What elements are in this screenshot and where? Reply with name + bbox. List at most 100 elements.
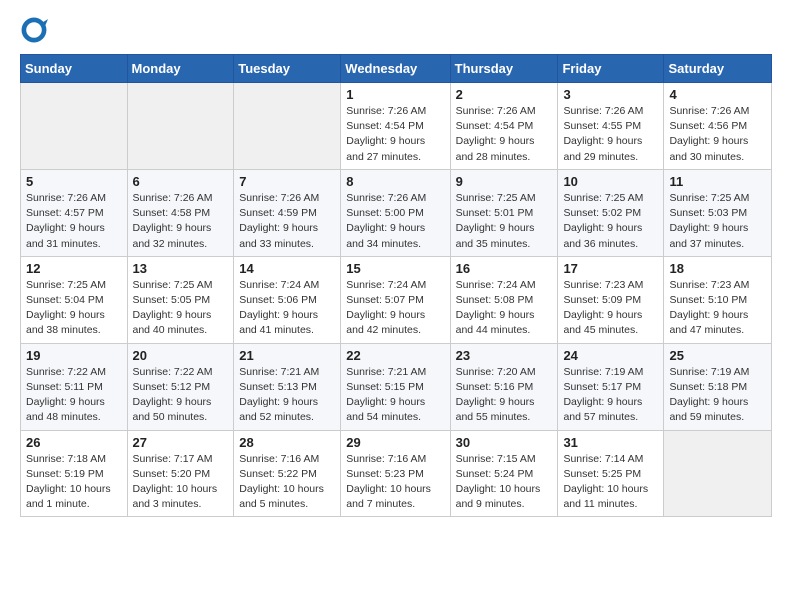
calendar-cell: 2 Sunrise: 7:26 AM Sunset: 4:54 PM Daylig… bbox=[450, 83, 558, 170]
day-number: 2 bbox=[456, 87, 553, 102]
day-number: 11 bbox=[669, 174, 766, 189]
day-info: Sunrise: 7:16 AM Sunset: 5:22 PM Dayligh… bbox=[239, 452, 335, 513]
day-number: 18 bbox=[669, 261, 766, 276]
calendar-cell: 24 Sunrise: 7:19 AM Sunset: 5:17 PM Dayli… bbox=[558, 343, 664, 430]
calendar-cell: 11 Sunrise: 7:25 AM Sunset: 5:03 PM Dayli… bbox=[664, 169, 772, 256]
day-number: 12 bbox=[26, 261, 122, 276]
day-info: Sunrise: 7:26 AM Sunset: 4:59 PM Dayligh… bbox=[239, 191, 335, 252]
day-info: Sunrise: 7:26 AM Sunset: 4:54 PM Dayligh… bbox=[346, 104, 444, 165]
day-number: 9 bbox=[456, 174, 553, 189]
day-number: 14 bbox=[239, 261, 335, 276]
day-number: 17 bbox=[563, 261, 658, 276]
header bbox=[20, 16, 772, 44]
day-info: Sunrise: 7:19 AM Sunset: 5:18 PM Dayligh… bbox=[669, 365, 766, 426]
day-info: Sunrise: 7:21 AM Sunset: 5:13 PM Dayligh… bbox=[239, 365, 335, 426]
day-number: 31 bbox=[563, 435, 658, 450]
calendar-cell: 20 Sunrise: 7:22 AM Sunset: 5:12 PM Dayli… bbox=[127, 343, 234, 430]
day-number: 13 bbox=[133, 261, 229, 276]
day-number: 22 bbox=[346, 348, 444, 363]
day-number: 25 bbox=[669, 348, 766, 363]
calendar-cell: 9 Sunrise: 7:25 AM Sunset: 5:01 PM Daylig… bbox=[450, 169, 558, 256]
day-number: 19 bbox=[26, 348, 122, 363]
day-info: Sunrise: 7:23 AM Sunset: 5:09 PM Dayligh… bbox=[563, 278, 658, 339]
day-info: Sunrise: 7:26 AM Sunset: 4:54 PM Dayligh… bbox=[456, 104, 553, 165]
calendar-cell: 1 Sunrise: 7:26 AM Sunset: 4:54 PM Daylig… bbox=[341, 83, 450, 170]
calendar-cell: 17 Sunrise: 7:23 AM Sunset: 5:09 PM Dayli… bbox=[558, 256, 664, 343]
calendar-cell bbox=[21, 83, 128, 170]
day-info: Sunrise: 7:25 AM Sunset: 5:03 PM Dayligh… bbox=[669, 191, 766, 252]
calendar-cell: 28 Sunrise: 7:16 AM Sunset: 5:22 PM Dayli… bbox=[234, 430, 341, 517]
day-info: Sunrise: 7:25 AM Sunset: 5:02 PM Dayligh… bbox=[563, 191, 658, 252]
day-info: Sunrise: 7:16 AM Sunset: 5:23 PM Dayligh… bbox=[346, 452, 444, 513]
day-number: 5 bbox=[26, 174, 122, 189]
day-number: 6 bbox=[133, 174, 229, 189]
day-info: Sunrise: 7:24 AM Sunset: 5:06 PM Dayligh… bbox=[239, 278, 335, 339]
day-info: Sunrise: 7:19 AM Sunset: 5:17 PM Dayligh… bbox=[563, 365, 658, 426]
day-number: 8 bbox=[346, 174, 444, 189]
calendar-cell: 30Sunrise: 7:15 AM Sunset: 5:24 PM Dayli… bbox=[450, 430, 558, 517]
calendar-cell: 8 Sunrise: 7:26 AM Sunset: 5:00 PM Daylig… bbox=[341, 169, 450, 256]
day-info: Sunrise: 7:25 AM Sunset: 5:01 PM Dayligh… bbox=[456, 191, 553, 252]
calendar-cell: 25 Sunrise: 7:19 AM Sunset: 5:18 PM Dayli… bbox=[664, 343, 772, 430]
calendar-cell: 12 Sunrise: 7:25 AM Sunset: 5:04 PM Dayli… bbox=[21, 256, 128, 343]
calendar-cell: 29 Sunrise: 7:16 AM Sunset: 5:23 PM Dayli… bbox=[341, 430, 450, 517]
calendar-cell: 4 Sunrise: 7:26 AM Sunset: 4:56 PM Daylig… bbox=[664, 83, 772, 170]
calendar-cell: 31 Sunrise: 7:14 AM Sunset: 5:25 PM Dayli… bbox=[558, 430, 664, 517]
calendar-cell bbox=[234, 83, 341, 170]
day-number: 23 bbox=[456, 348, 553, 363]
day-number: 29 bbox=[346, 435, 444, 450]
day-info: Sunrise: 7:26 AM Sunset: 4:57 PM Dayligh… bbox=[26, 191, 122, 252]
day-number: 27 bbox=[133, 435, 229, 450]
calendar-cell: 16Sunrise: 7:24 AM Sunset: 5:08 PM Dayli… bbox=[450, 256, 558, 343]
day-info: Sunrise: 7:25 AM Sunset: 5:04 PM Dayligh… bbox=[26, 278, 122, 339]
weekday-sunday: Sunday bbox=[21, 55, 128, 83]
day-info: Sunrise: 7:24 AM Sunset: 5:07 PM Dayligh… bbox=[346, 278, 444, 339]
day-info: Sunrise: 7:26 AM Sunset: 4:58 PM Dayligh… bbox=[133, 191, 229, 252]
calendar-cell: 13 Sunrise: 7:25 AM Sunset: 5:05 PM Dayli… bbox=[127, 256, 234, 343]
weekday-thursday: Thursday bbox=[450, 55, 558, 83]
weekday-header-row: SundayMondayTuesdayWednesdayThursdayFrid… bbox=[21, 55, 772, 83]
weekday-monday: Monday bbox=[127, 55, 234, 83]
day-number: 24 bbox=[563, 348, 658, 363]
calendar-cell: 15 Sunrise: 7:24 AM Sunset: 5:07 PM Dayli… bbox=[341, 256, 450, 343]
calendar-cell: 7Sunrise: 7:26 AM Sunset: 4:59 PM Daylig… bbox=[234, 169, 341, 256]
weekday-saturday: Saturday bbox=[664, 55, 772, 83]
calendar-cell: 5 Sunrise: 7:26 AM Sunset: 4:57 PM Daylig… bbox=[21, 169, 128, 256]
calendar-cell: 23Sunrise: 7:20 AM Sunset: 5:16 PM Dayli… bbox=[450, 343, 558, 430]
calendar-cell bbox=[127, 83, 234, 170]
day-info: Sunrise: 7:26 AM Sunset: 5:00 PM Dayligh… bbox=[346, 191, 444, 252]
day-number: 1 bbox=[346, 87, 444, 102]
day-info: Sunrise: 7:17 AM Sunset: 5:20 PM Dayligh… bbox=[133, 452, 229, 513]
calendar-cell: 10 Sunrise: 7:25 AM Sunset: 5:02 PM Dayli… bbox=[558, 169, 664, 256]
day-number: 4 bbox=[669, 87, 766, 102]
page: SundayMondayTuesdayWednesdayThursdayFrid… bbox=[0, 0, 792, 537]
calendar-table: SundayMondayTuesdayWednesdayThursdayFrid… bbox=[20, 54, 772, 517]
day-info: Sunrise: 7:18 AM Sunset: 5:19 PM Dayligh… bbox=[26, 452, 122, 513]
calendar-week-1: 1 Sunrise: 7:26 AM Sunset: 4:54 PM Daylig… bbox=[21, 83, 772, 170]
day-info: Sunrise: 7:14 AM Sunset: 5:25 PM Dayligh… bbox=[563, 452, 658, 513]
day-info: Sunrise: 7:15 AM Sunset: 5:24 PM Dayligh… bbox=[456, 452, 553, 513]
calendar-cell: 6 Sunrise: 7:26 AM Sunset: 4:58 PM Daylig… bbox=[127, 169, 234, 256]
calendar-cell: 19 Sunrise: 7:22 AM Sunset: 5:11 PM Dayli… bbox=[21, 343, 128, 430]
day-info: Sunrise: 7:25 AM Sunset: 5:05 PM Dayligh… bbox=[133, 278, 229, 339]
day-info: Sunrise: 7:23 AM Sunset: 5:10 PM Dayligh… bbox=[669, 278, 766, 339]
calendar-week-2: 5 Sunrise: 7:26 AM Sunset: 4:57 PM Daylig… bbox=[21, 169, 772, 256]
calendar-cell: 26Sunrise: 7:18 AM Sunset: 5:19 PM Dayli… bbox=[21, 430, 128, 517]
day-number: 28 bbox=[239, 435, 335, 450]
calendar-cell bbox=[664, 430, 772, 517]
logo bbox=[20, 16, 52, 44]
calendar-week-3: 12 Sunrise: 7:25 AM Sunset: 5:04 PM Dayli… bbox=[21, 256, 772, 343]
day-number: 10 bbox=[563, 174, 658, 189]
calendar-cell: 27 Sunrise: 7:17 AM Sunset: 5:20 PM Dayli… bbox=[127, 430, 234, 517]
weekday-wednesday: Wednesday bbox=[341, 55, 450, 83]
calendar-cell: 18 Sunrise: 7:23 AM Sunset: 5:10 PM Dayli… bbox=[664, 256, 772, 343]
day-number: 21 bbox=[239, 348, 335, 363]
day-number: 15 bbox=[346, 261, 444, 276]
day-number: 20 bbox=[133, 348, 229, 363]
day-info: Sunrise: 7:26 AM Sunset: 4:55 PM Dayligh… bbox=[563, 104, 658, 165]
calendar-week-5: 26Sunrise: 7:18 AM Sunset: 5:19 PM Dayli… bbox=[21, 430, 772, 517]
day-info: Sunrise: 7:22 AM Sunset: 5:11 PM Dayligh… bbox=[26, 365, 122, 426]
logo-icon bbox=[20, 16, 48, 44]
day-info: Sunrise: 7:26 AM Sunset: 4:56 PM Dayligh… bbox=[669, 104, 766, 165]
day-info: Sunrise: 7:22 AM Sunset: 5:12 PM Dayligh… bbox=[133, 365, 229, 426]
